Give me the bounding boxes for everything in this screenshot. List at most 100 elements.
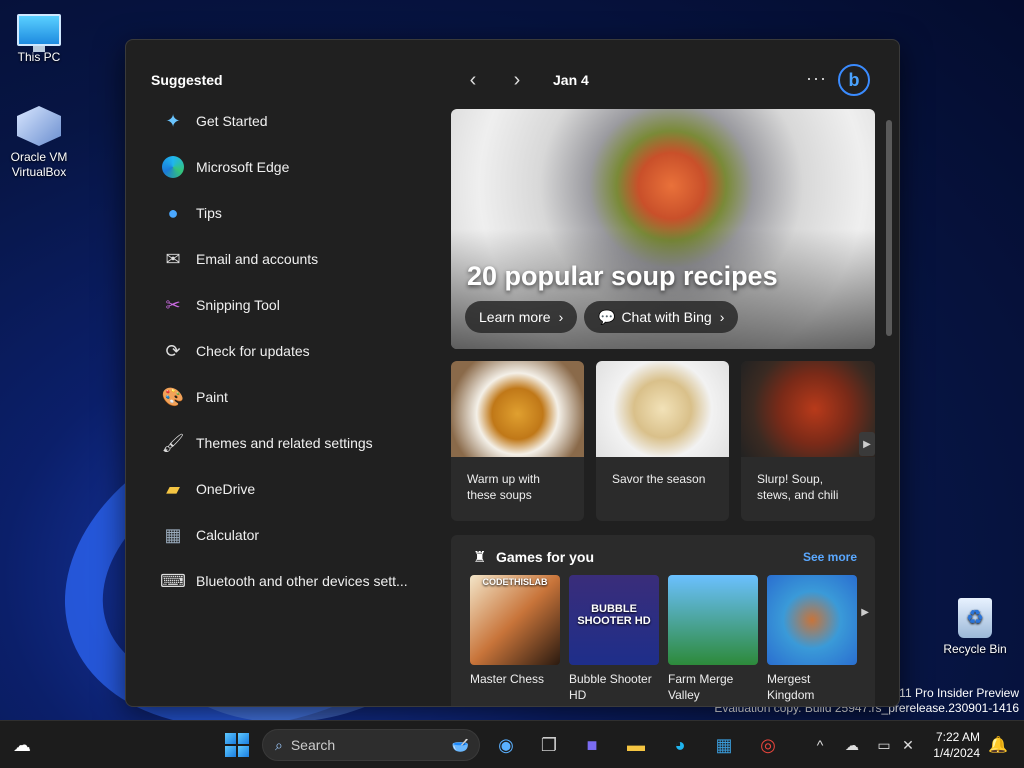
game-label: Bubble Shooter HD	[569, 672, 652, 702]
notification-bell-icon[interactable]: 🔔	[986, 733, 1010, 757]
chrome-icon[interactable]: ◎	[756, 733, 780, 757]
network-icon[interactable]: ▭	[872, 733, 896, 757]
app-label: Paint	[196, 389, 228, 405]
calculator-icon: ▦	[164, 524, 182, 545]
bing-icon[interactable]: b	[838, 64, 870, 96]
app-label: Microsoft Edge	[196, 159, 290, 175]
chevron-right-icon: ›	[558, 309, 564, 325]
app-item-calculator[interactable]: ▦ Calculator	[151, 512, 421, 558]
cloud-offline-icon[interactable]: ☁	[840, 733, 864, 757]
search-highlight-icon: 🥣	[451, 736, 469, 753]
app-label: Tips	[196, 205, 222, 221]
desktop-icon-recycle-bin[interactable]: ♻ Recycle Bin	[937, 598, 1013, 657]
taskbar-search[interactable]: ⌕ Search 🥣	[262, 729, 480, 761]
edge-icon[interactable]: ◕	[668, 733, 692, 757]
app-item-themes[interactable]: 🖌 Themes and related settings	[151, 420, 421, 466]
cards-next-icon[interactable]: ▶	[859, 432, 875, 456]
learn-more-label: Learn more	[479, 309, 551, 325]
game-tile-mergest-kingdom[interactable]: Mergest Kingdom	[767, 575, 857, 703]
windows-start-icon[interactable]	[225, 733, 249, 757]
app-item-get-started[interactable]: ✦ Get Started	[151, 98, 421, 144]
learn-more-button[interactable]: Learn more ›	[465, 301, 578, 333]
widgets-scrollbar-thumb[interactable]	[886, 120, 892, 336]
desktop-icon-this-pc[interactable]: This PC	[1, 10, 77, 65]
get-started-icon: ✦	[165, 110, 181, 131]
watermark-edition: s 11 Pro Insider Preview	[889, 686, 1019, 700]
virtualbox-icon	[17, 106, 61, 146]
news-card[interactable]: Warm up with these soups	[451, 361, 584, 521]
widgets-pre-icon[interactable]: ◉	[494, 733, 518, 757]
game-thumbnail: CODETHISLAB	[470, 575, 560, 665]
store-icon[interactable]: ▦	[712, 733, 736, 757]
game-tile-text: BUBBLE SHOOTER HD	[577, 603, 651, 627]
brush-icon: 🖌	[161, 432, 185, 453]
system-clock[interactable]: 7:22 AM 1/4/2024	[928, 729, 980, 761]
games-next-icon[interactable]: ▶	[861, 607, 869, 618]
file-explorer-icon[interactable]: ▬	[624, 733, 648, 757]
task-view-icon[interactable]: ❐	[537, 733, 561, 757]
chevron-right-icon[interactable]: ›	[505, 68, 529, 92]
games-title: Games for you	[496, 549, 595, 565]
game-tile-master-chess[interactable]: CODETHISLAB Master Chess	[470, 575, 560, 687]
game-label: Master Chess	[470, 672, 545, 686]
game-label: Farm Merge Valley	[668, 672, 734, 702]
chat-icon[interactable]: ■	[580, 733, 604, 757]
snipping-tool-icon: ✂	[165, 294, 181, 315]
taskbar: ☁ ⌕ Search 🥣 ◉ ❐ ■ ▬ ◕ ▦ ◎ ^ ☁ ▭ ✕ 7:22 …	[0, 720, 1024, 768]
app-item-snipping-tool[interactable]: ✂ Snipping Tool	[151, 282, 421, 328]
search-placeholder: Search	[290, 737, 336, 753]
game-tile-bubble-shooter[interactable]: BUBBLE SHOOTER HD Bubble Shooter HD	[569, 575, 659, 703]
app-label: Check for updates	[196, 343, 310, 359]
app-item-check-updates[interactable]: ⟳ Check for updates	[151, 328, 421, 374]
app-label: Calculator	[196, 527, 260, 543]
paint-icon: 🎨	[161, 386, 185, 407]
app-item-tips[interactable]: ● Tips	[151, 190, 421, 236]
more-options-icon[interactable]: ···	[806, 68, 827, 89]
suggested-app-list: ✦ Get Started Microsoft Edge ● Tips ✉ Em…	[151, 98, 421, 604]
hero-title: 20 popular soup recipes	[467, 261, 778, 291]
suggested-title: Suggested	[151, 72, 223, 88]
app-item-edge[interactable]: Microsoft Edge	[151, 144, 421, 190]
app-label: Get Started	[196, 113, 268, 129]
devices-icon: ⌨	[160, 570, 186, 591]
app-item-onedrive[interactable]: ▰ OneDrive	[151, 466, 421, 512]
weather-icon[interactable]: ☁	[10, 733, 34, 757]
game-tile-text: CODETHISLAB	[482, 577, 548, 587]
news-card[interactable]: Slurp! Soup, stews, and chili	[741, 361, 875, 521]
refresh-icon: ⟳	[165, 340, 181, 361]
app-label: Snipping Tool	[196, 297, 280, 313]
app-item-email-accounts[interactable]: ✉ Email and accounts	[151, 236, 421, 282]
app-label: OneDrive	[196, 481, 256, 497]
app-label: Email and accounts	[196, 251, 319, 267]
chat-with-bing-button[interactable]: 💬 Chat with Bing ›	[584, 301, 739, 333]
chat-with-bing-label: Chat with Bing	[621, 309, 712, 325]
card-image	[741, 361, 875, 457]
tips-icon: ●	[167, 202, 179, 223]
hero-card[interactable]: 20 popular soup recipes Learn more › 💬 C…	[451, 109, 875, 349]
game-tile-farm-merge-valley[interactable]: Farm Merge Valley	[668, 575, 758, 703]
widgets-header: ‹ › Jan 4	[461, 68, 589, 92]
recycle-bin-icon: ♻	[958, 598, 992, 638]
volume-muted-icon[interactable]: ✕	[896, 733, 920, 757]
games-panel: ♜ Games for you See more CODETHISLAB Mas…	[451, 535, 875, 706]
app-item-paint[interactable]: 🎨 Paint	[151, 374, 421, 420]
news-card[interactable]: Savor the season	[596, 361, 729, 521]
card-text: Savor the season	[612, 472, 706, 486]
app-label: Bluetooth and other devices sett...	[196, 573, 408, 589]
edge-icon	[160, 154, 186, 180]
card-text: Slurp! Soup, stews, and chili	[757, 472, 839, 502]
chevron-up-icon[interactable]: ^	[808, 733, 832, 757]
chess-piece-icon: ♜	[473, 549, 487, 566]
app-item-bluetooth-devices[interactable]: ⌨ Bluetooth and other devices sett...	[151, 558, 421, 604]
app-label: Themes and related settings	[196, 435, 373, 451]
card-image	[451, 361, 584, 457]
chevron-left-icon[interactable]: ‹	[461, 68, 485, 92]
game-thumbnail	[767, 575, 857, 665]
game-thumbnail	[668, 575, 758, 665]
see-more-link[interactable]: See more	[803, 550, 857, 564]
clock-date: 1/4/2024	[933, 746, 980, 760]
desktop-icon-virtualbox[interactable]: Oracle VM VirtualBox	[1, 106, 77, 180]
computer-icon	[17, 14, 61, 52]
clock-time: 7:22 AM	[935, 730, 980, 744]
search-icon: ⌕	[275, 736, 283, 753]
